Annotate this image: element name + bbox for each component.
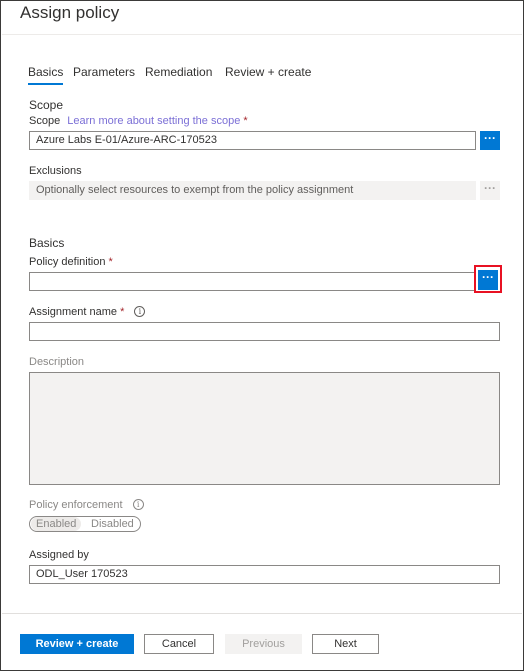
cancel-button[interactable]: Cancel [144, 634, 214, 654]
description-textarea [29, 372, 500, 485]
enforcement-option-enabled: Enabled [31, 517, 82, 531]
assigned-by-input[interactable]: ODL_User 170523 [29, 565, 500, 584]
basics-heading: Basics [29, 236, 65, 250]
policy-enforcement-label-row: Policy enforcement i [29, 499, 144, 511]
scope-heading: Scope [29, 98, 64, 112]
ellipsis-icon: ··· [484, 181, 496, 195]
policy-enforcement-label: Policy enforcement [29, 499, 123, 511]
next-button[interactable]: Next [312, 634, 379, 654]
policy-enforcement-toggle: Enabled Disabled [29, 516, 141, 532]
tab-parameters[interactable]: Parameters [73, 65, 135, 79]
tab-basics[interactable]: Basics [28, 65, 64, 85]
title-divider [2, 34, 522, 35]
assigned-by-label: Assigned by [29, 549, 89, 561]
assignment-name-input[interactable] [29, 322, 500, 341]
previous-button: Previous [225, 634, 302, 654]
scope-label: Scope [29, 115, 61, 127]
policy-definition-label: Policy definition [29, 256, 106, 268]
assignment-name-label: Assignment name [29, 306, 118, 318]
info-icon[interactable]: i [134, 306, 146, 317]
ellipsis-icon: ··· [484, 131, 496, 145]
scope-learn-more-link[interactable]: Learn more about setting the scope [67, 115, 240, 127]
scope-input[interactable]: Azure Labs E-01/Azure-ARC-170523 [29, 131, 476, 150]
exclusions-label: Exclusions [29, 165, 82, 177]
scope-browse-button[interactable]: ··· [480, 131, 500, 150]
tab-review-create[interactable]: Review + create [225, 65, 311, 79]
description-label: Description [29, 356, 85, 368]
highlight-box [474, 265, 502, 293]
policy-definition-required-marker: * [108, 256, 113, 268]
tab-remediation[interactable]: Remediation [145, 65, 212, 79]
review-create-button[interactable]: Review + create [20, 634, 134, 654]
policy-definition-input[interactable] [29, 272, 476, 291]
assignment-name-label-row: Assignment name * i [29, 306, 146, 318]
assign-policy-panel: Assign policy Basics Parameters Remediat… [0, 0, 524, 671]
assignment-name-required-marker: * [120, 306, 125, 318]
enforcement-option-disabled: Disabled [91, 518, 134, 530]
exclusions-browse-button: ··· [480, 181, 500, 200]
info-icon[interactable]: i [132, 499, 144, 510]
exclusions-input: Optionally select resources to exempt fr… [29, 181, 476, 200]
footer-divider [2, 613, 522, 614]
policy-definition-label-row: Policy definition * [29, 256, 113, 268]
scope-required-marker: * [243, 115, 248, 127]
page-title: Assign policy [20, 3, 120, 22]
scope-label-row: Scope Learn more about setting the scope… [29, 115, 248, 127]
